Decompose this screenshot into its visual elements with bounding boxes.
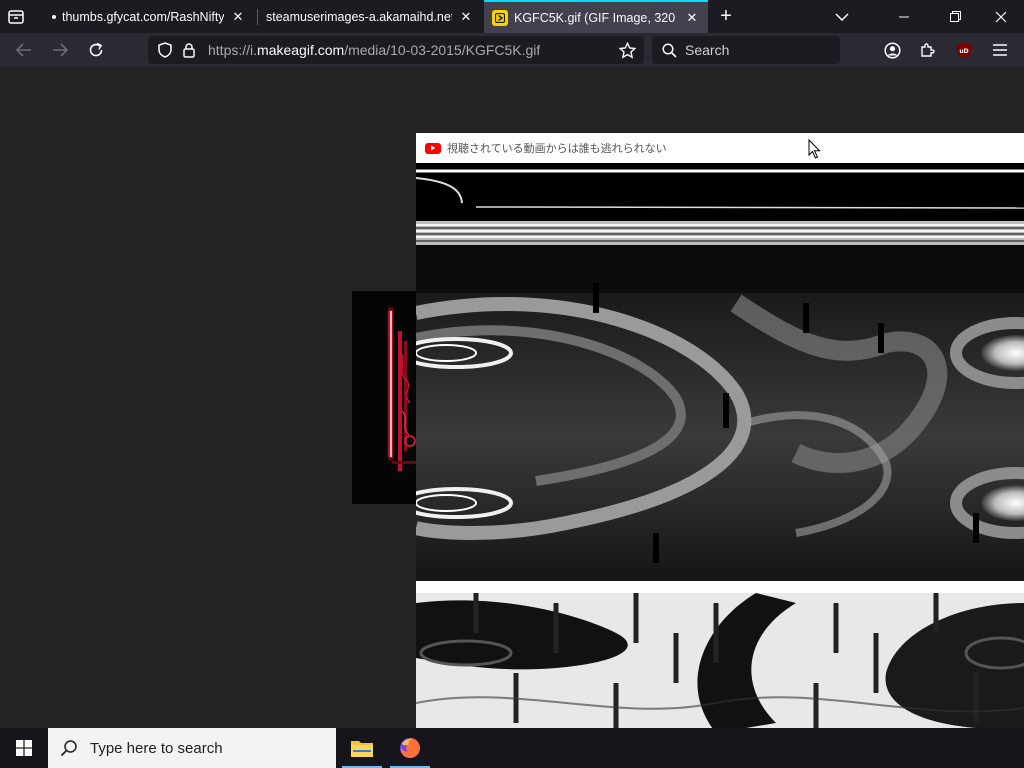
search-placeholder: Search <box>685 42 730 58</box>
tab-close-button[interactable]: ✕ <box>684 10 700 26</box>
close-window-button[interactable] <box>977 0 1024 33</box>
tab-close-button[interactable]: ✕ <box>230 9 246 25</box>
extension-badge-text: uD <box>959 48 968 55</box>
arrow-right-icon <box>53 43 68 57</box>
hamburger-menu-icon <box>993 44 1007 56</box>
tab-title: steamuserimages-a.akamaihd.net/u <box>266 9 452 24</box>
firefox-icon <box>400 738 420 758</box>
tab-kgfc5k-active[interactable]: KGFC5K.gif (GIF Image, 320 × 21 ✕ <box>484 0 708 33</box>
page-content: 視聴されている動画からは誰も逃れられない <box>0 67 1024 728</box>
search-bar[interactable]: Search <box>652 36 840 64</box>
account-button[interactable] <box>877 35 907 65</box>
taskbar-firefox[interactable] <box>386 728 434 768</box>
image-favicon-icon <box>492 9 508 26</box>
app-menu-button[interactable] <box>985 35 1015 65</box>
tab-strip: thumbs.gfycat.com/RashNiftyBe ✕ steamuse… <box>0 0 1024 33</box>
bookmark-star-button[interactable] <box>618 41 637 64</box>
tracking-protection-shield-icon[interactable] <box>154 36 176 64</box>
search-icon <box>662 42 677 58</box>
navigation-toolbar: https://i.makeagif.com/media/10-03-2015/… <box>0 33 1024 67</box>
windows-logo-icon <box>16 740 32 756</box>
star-icon <box>618 41 637 59</box>
windows-taskbar: Type here to search <box>0 728 1024 768</box>
arrow-left-icon <box>16 43 31 57</box>
ublock-origin-button[interactable]: uD <box>949 35 979 65</box>
back-button[interactable] <box>9 35 39 65</box>
youtube-logo-icon <box>425 142 441 154</box>
tab-title: thumbs.gfycat.com/RashNiftyBe <box>62 9 224 24</box>
url-text[interactable]: https://i.makeagif.com/media/10-03-2015/… <box>208 42 540 58</box>
background-glitch-image <box>352 291 418 504</box>
url-path: /media/10-03-2015/KGFC5K.gif <box>344 42 541 58</box>
gif-image: 視聴されている動画からは誰も逃れられない <box>416 133 1024 728</box>
restore-button[interactable] <box>931 0 979 33</box>
account-icon <box>883 41 901 59</box>
mouse-cursor-icon <box>808 139 821 159</box>
new-tab-button[interactable]: + <box>710 0 742 33</box>
firefox-view-button[interactable] <box>0 0 32 33</box>
lock-icon[interactable] <box>178 36 200 64</box>
minimize-icon <box>899 16 909 17</box>
tab-gfycat[interactable]: thumbs.gfycat.com/RashNiftyBe ✕ <box>36 0 254 33</box>
folder-icon <box>351 741 373 757</box>
tab-attention-dot <box>52 14 56 19</box>
puzzle-icon <box>921 43 935 57</box>
search-icon <box>60 739 78 757</box>
minimize-button[interactable] <box>880 0 928 33</box>
forward-button[interactable] <box>45 35 75 65</box>
list-all-tabs-button[interactable] <box>826 0 858 33</box>
taskbar-search-box[interactable]: Type here to search <box>48 728 336 768</box>
taskbar-search-placeholder: Type here to search <box>90 739 223 757</box>
tab-close-button[interactable]: ✕ <box>458 9 474 25</box>
taskbar-file-explorer[interactable] <box>338 728 386 768</box>
start-button[interactable] <box>0 728 48 768</box>
restore-icon <box>949 11 961 22</box>
close-icon <box>995 11 1007 22</box>
firefox-view-icon <box>8 9 24 24</box>
reload-button[interactable] <box>81 35 111 65</box>
video-title: 視聴されている動画からは誰も逃れられない <box>447 142 667 155</box>
chevron-down-icon <box>835 12 849 21</box>
tab-title: KGFC5K.gif (GIF Image, 320 × 21 <box>514 10 678 25</box>
glitch-art-frame <box>416 163 1024 728</box>
video-title-bar: 視聴されている動画からは誰も逃れられない <box>416 133 1024 163</box>
url-host: makeagif.com <box>257 42 345 58</box>
ublock-origin-icon: uD <box>957 42 971 58</box>
reload-icon <box>89 42 103 57</box>
tab-steamuserimages[interactable]: steamuserimages-a.akamaihd.net/u ✕ <box>258 0 482 33</box>
url-prefix: https://i. <box>208 42 258 58</box>
extensions-button[interactable] <box>913 35 943 65</box>
address-bar[interactable]: https://i.makeagif.com/media/10-03-2015/… <box>148 36 644 64</box>
